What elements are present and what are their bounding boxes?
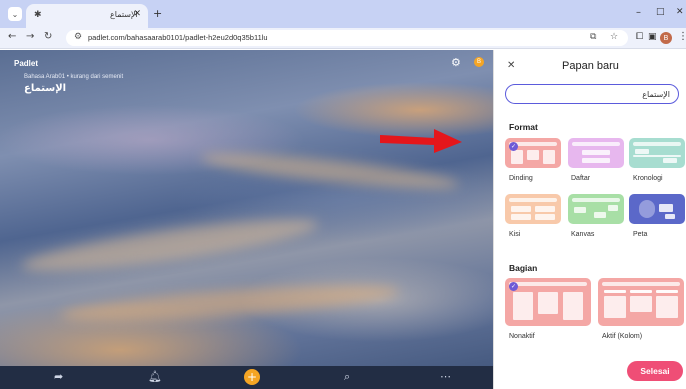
url-text: padlet.com/bahasaarab0101/padlet-h2eu2d0… xyxy=(88,33,268,42)
section-label: Nonaktif xyxy=(509,333,535,340)
star-icon[interactable]: ☆ xyxy=(610,32,618,42)
format-label: Kanvas xyxy=(571,231,595,238)
format-kanvas-thumb[interactable] xyxy=(568,194,624,224)
check-icon: ✓ xyxy=(509,282,518,291)
padlet-logo[interactable]: Padlet xyxy=(14,59,38,68)
avatar[interactable]: B xyxy=(474,57,484,67)
sidepanel-icon[interactable]: ▣ xyxy=(648,32,657,42)
format-daftar-thumb[interactable] xyxy=(568,138,624,168)
padlet-favicon-icon: ✱ xyxy=(34,10,42,20)
minimize-icon[interactable]: – xyxy=(636,7,641,18)
plus-icon[interactable]: + xyxy=(153,7,162,20)
section-heading: Bagian xyxy=(509,263,538,273)
extensions-icon[interactable]: ⧠ xyxy=(636,32,643,42)
site-settings-icon[interactable]: ⚙ xyxy=(74,32,82,42)
new-board-panel: ✕ Papan baru Format ✓ Dinding Daftar Kro… xyxy=(493,50,686,389)
panel-title: Papan baru xyxy=(562,60,619,72)
wallpaper-swirl xyxy=(19,209,321,281)
format-label: Dinding xyxy=(509,175,533,182)
check-icon: ✓ xyxy=(509,142,518,151)
maximize-icon[interactable]: □ xyxy=(656,7,665,17)
browser-tab[interactable]: ✱ الإستماع ✕ xyxy=(26,4,148,28)
red-arrow-annotation-icon xyxy=(380,129,462,153)
board-bottom-bar: ➦ 🔔︎ + ⌕ ⋯ xyxy=(0,366,493,389)
format-kisi-thumb[interactable] xyxy=(505,194,561,224)
format-kronologi-thumb[interactable] xyxy=(629,138,685,168)
forward-arrow-icon[interactable]: → xyxy=(26,31,34,42)
section-aktif-thumb[interactable] xyxy=(598,278,684,326)
menu-icon[interactable]: ⋮ xyxy=(678,31,686,42)
window-close-icon[interactable]: ✕ xyxy=(676,7,684,17)
search-icon[interactable]: ⌕ xyxy=(344,370,350,384)
browser-tab-bar: ⌄ ✱ الإستماع ✕ + – □ ✕ xyxy=(0,0,686,28)
format-peta-thumb[interactable] xyxy=(629,194,685,224)
format-label: Kronologi xyxy=(633,175,663,182)
section-nonaktif-thumb[interactable]: ✓ xyxy=(505,278,591,326)
board-subtitle: Bahasa Arab01 • kurang dari semenit xyxy=(24,74,124,80)
more-icon[interactable]: ⋯ xyxy=(440,370,451,383)
close-icon[interactable]: ✕ xyxy=(133,9,141,19)
share-icon[interactable]: ➦ xyxy=(54,370,63,383)
avatar[interactable]: B xyxy=(660,32,672,44)
board-canvas[interactable]: Padlet Bahasa Arab01 • kurang dari semen… xyxy=(0,50,493,389)
format-dinding-thumb[interactable]: ✓ xyxy=(505,138,561,168)
translate-icon[interactable]: ⧉ xyxy=(590,32,596,42)
url-field[interactable]: ⚙ padlet.com/bahasaarab0101/padlet-h2eu2… xyxy=(66,30,628,46)
add-post-button[interactable]: + xyxy=(244,369,260,385)
wallpaper-swirl xyxy=(59,278,401,328)
bell-icon[interactable]: 🔔︎ xyxy=(148,370,162,383)
board-title-field[interactable] xyxy=(505,84,679,104)
done-button[interactable]: Selesai xyxy=(627,361,683,381)
format-heading: Format xyxy=(509,122,538,132)
format-label: Kisi xyxy=(509,231,521,238)
chevron-down-icon[interactable]: ⌄ xyxy=(8,7,22,21)
reload-icon[interactable]: ↻ xyxy=(44,31,52,42)
board-title[interactable]: الإستماع xyxy=(24,83,66,94)
board-title-input[interactable] xyxy=(506,85,678,103)
format-label: Daftar xyxy=(571,175,591,182)
section-label: Aktif (Kolom) xyxy=(602,333,643,340)
format-label: Peta xyxy=(633,231,648,238)
gear-icon[interactable]: ⚙ xyxy=(451,56,461,69)
address-bar: ← → ↻ ⚙ padlet.com/bahasaarab0101/padlet… xyxy=(0,28,686,49)
back-arrow-icon[interactable]: ← xyxy=(8,31,16,42)
